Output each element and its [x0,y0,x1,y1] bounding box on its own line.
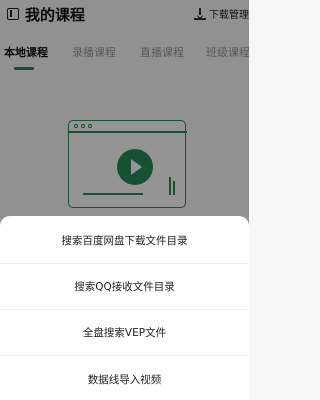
option-search-qq-received[interactable]: 搜索QQ接收文件目录 [0,264,249,310]
option-full-disk-search-vep[interactable]: 全盘搜索VEP文件 [0,310,249,356]
import-options-sheet: 搜索百度网盘下载文件目录 搜索QQ接收文件目录 全盘搜索VEP文件 数据线导入视… [0,216,249,400]
option-search-baidu-netdisk[interactable]: 搜索百度网盘下载文件目录 [0,218,249,264]
app-screen: 我的课程 下载管理 本地课程 录播课程 直播课程 班级课程 搜索百度网盘下载文件… [0,0,249,400]
option-usb-import-video[interactable]: 数据线导入视频 [0,356,249,400]
